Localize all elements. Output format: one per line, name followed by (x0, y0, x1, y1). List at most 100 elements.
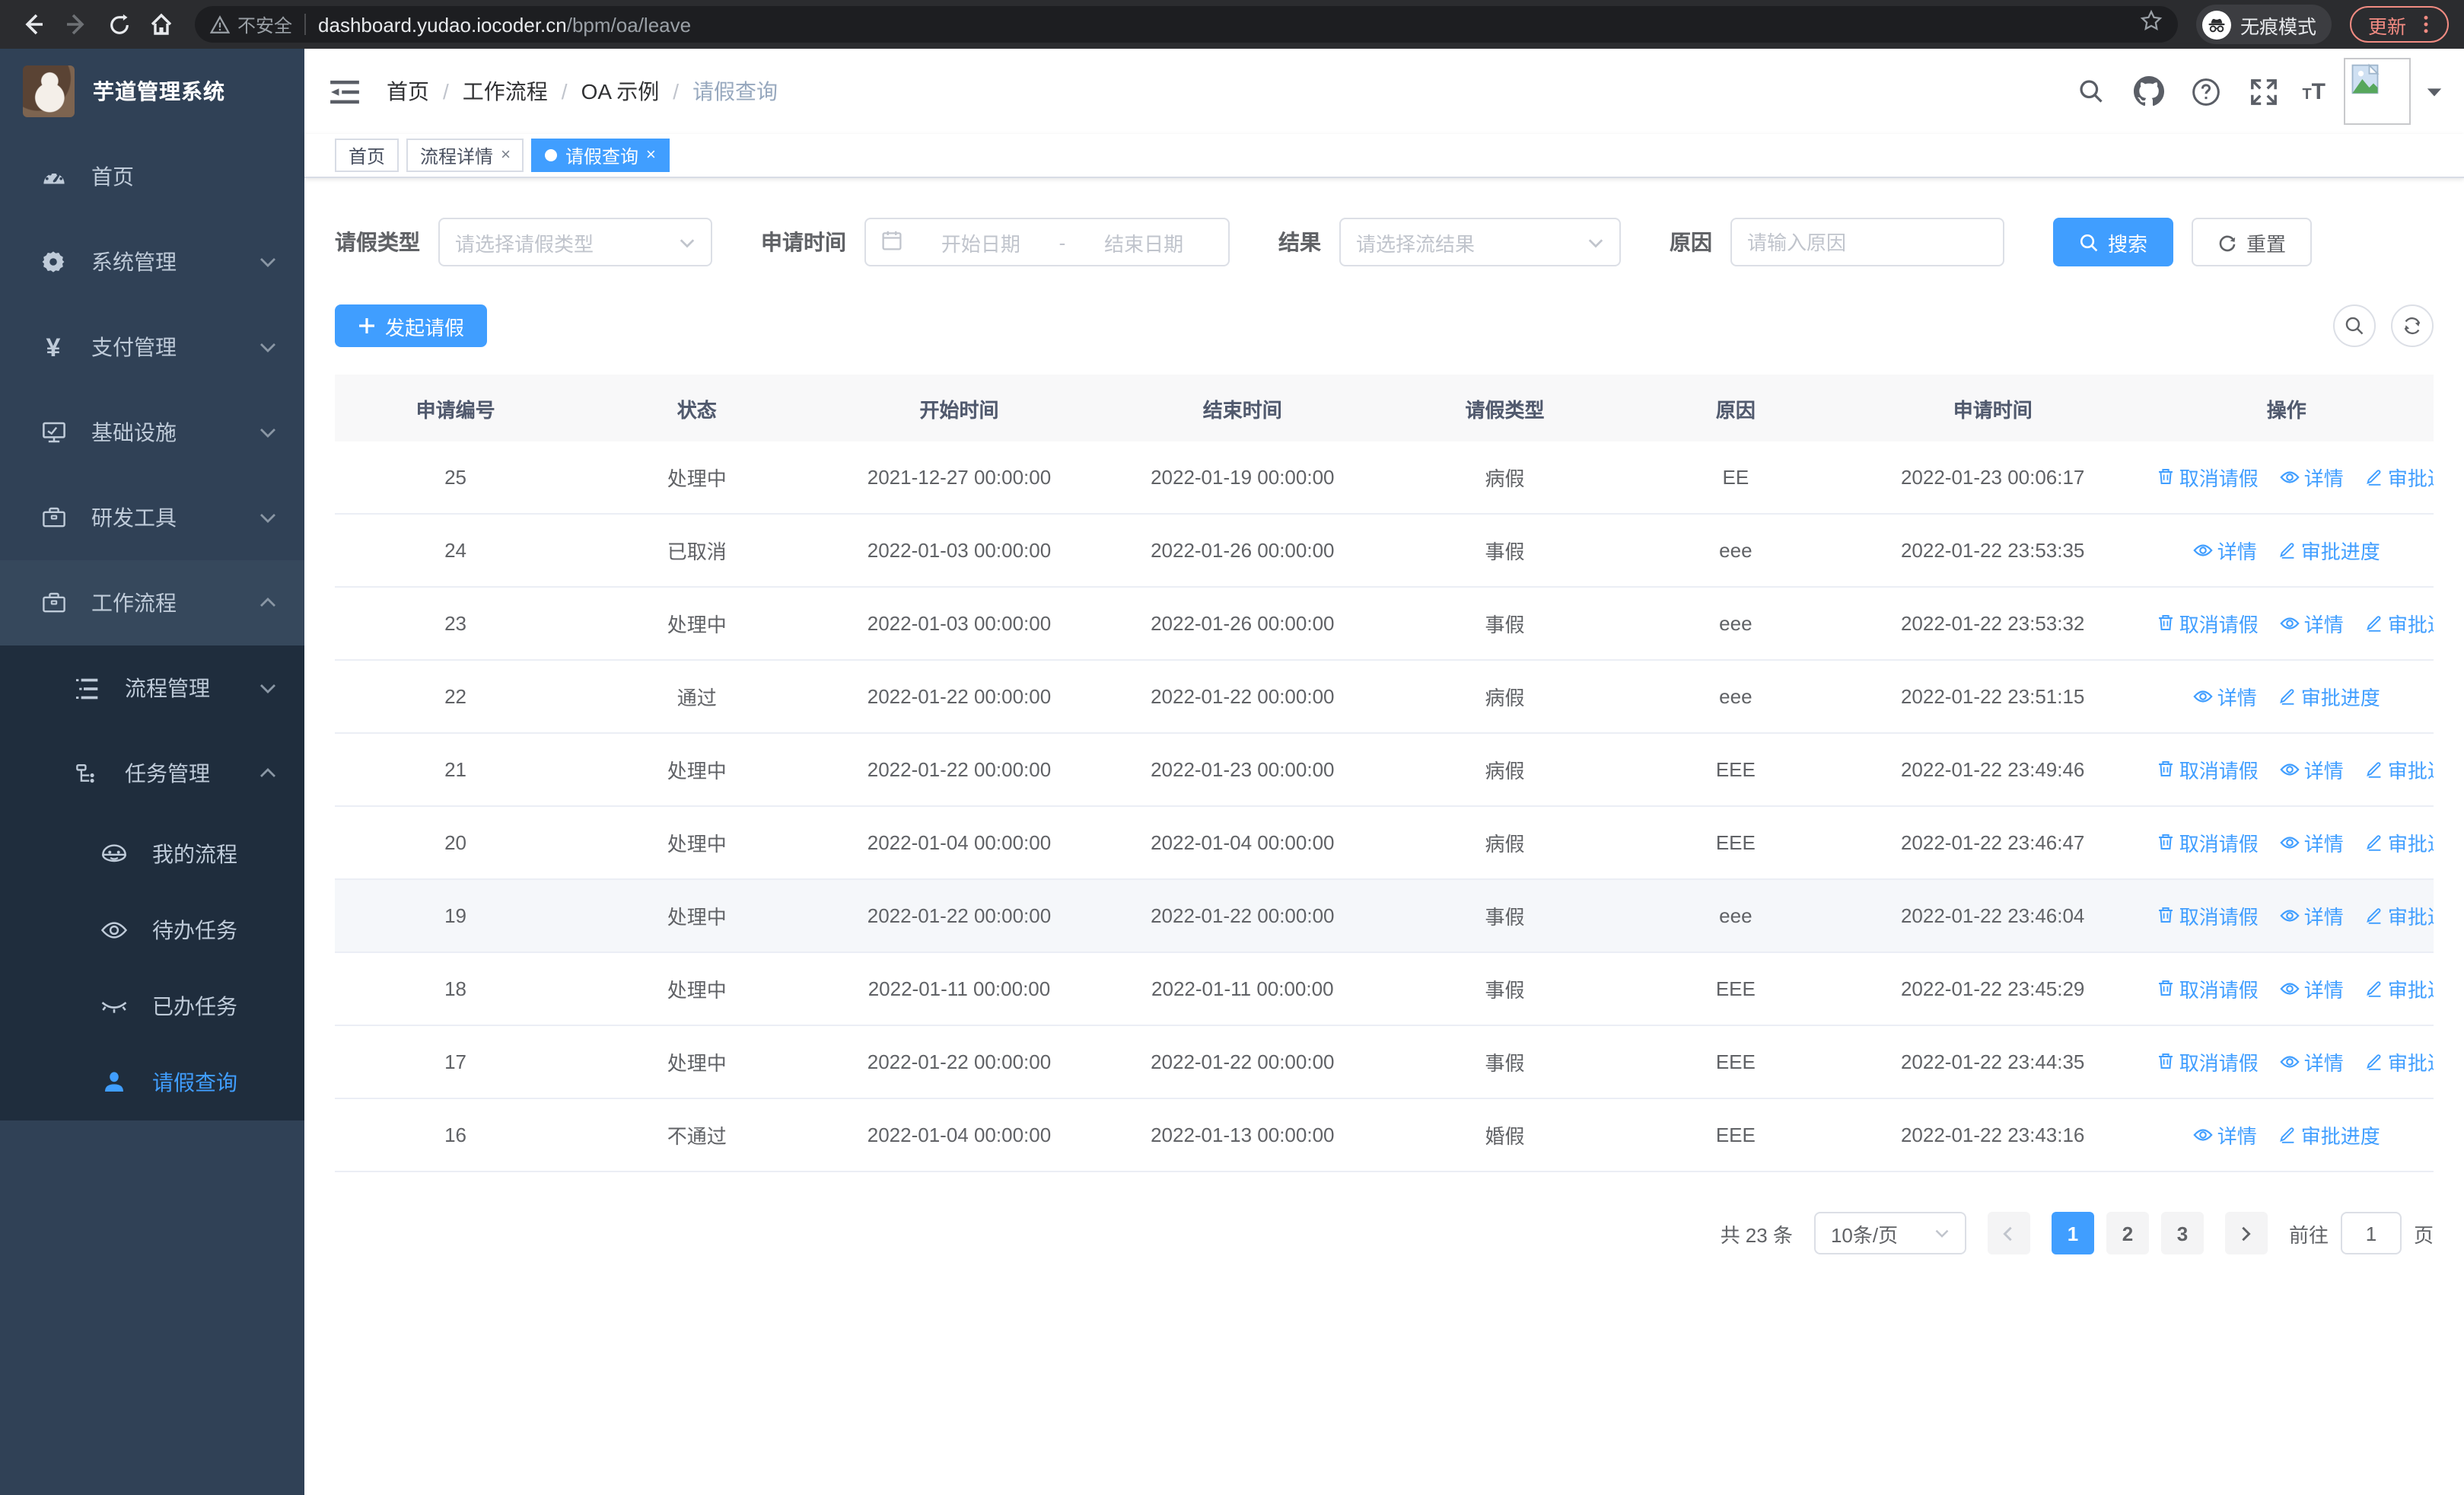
back-icon[interactable] (15, 6, 52, 43)
sidebar-item-done-tasks[interactable]: 已办任务 (0, 968, 304, 1044)
sidebar-item-payment-mgmt[interactable]: ¥ 支付管理 (0, 304, 304, 390)
tags-view-bar: 首页 流程详情 × 请假查询 × (304, 134, 2464, 178)
forward-icon[interactable] (58, 6, 94, 43)
detail-link[interactable]: 详情 (2280, 610, 2344, 639)
tab-label: 首页 (349, 145, 386, 167)
sidebar-item-process-mgmt[interactable]: 流程管理 (0, 645, 304, 731)
header-search-icon[interactable] (2071, 72, 2110, 111)
page-size-select[interactable]: 10条/页 (1813, 1212, 1966, 1254)
avatar-caret-icon[interactable] (2426, 83, 2443, 100)
tab-process-detail[interactable]: 流程详情 × (406, 139, 524, 172)
cancel-leave-link[interactable]: 取消请假 (2157, 609, 2259, 638)
help-icon[interactable] (2186, 72, 2226, 111)
fullscreen-icon[interactable] (2244, 72, 2284, 111)
avatar[interactable] (2344, 58, 2411, 125)
tab-leave-query[interactable]: 请假查询 × (531, 139, 670, 172)
goto-page-input[interactable] (2340, 1212, 2402, 1254)
cancel-leave-link[interactable]: 取消请假 (2157, 463, 2259, 492)
detail-link[interactable]: 详情 (2193, 1121, 2257, 1150)
toggle-search-button[interactable] (2333, 304, 2376, 347)
detail-link[interactable]: 详情 (2280, 464, 2344, 492)
security-chip[interactable]: 不安全 (210, 11, 292, 37)
chevron-down-icon (1587, 234, 1604, 250)
detail-link[interactable]: 详情 (2280, 1048, 2344, 1077)
sidebar-item-label: 已办任务 (152, 994, 237, 1018)
font-size-icon[interactable]: TT (2302, 78, 2326, 104)
cell-status: 处理中 (667, 979, 727, 1002)
approval-progress-link[interactable]: 审批进度 (2278, 682, 2380, 711)
approval-progress-link[interactable]: 审批进度 (2365, 1047, 2434, 1076)
cell-actions: 取消请假详情审批进度 (2140, 828, 2434, 858)
cancel-leave-link[interactable]: 取消请假 (2157, 1047, 2259, 1076)
leave-type-label: 请假类型 (335, 230, 420, 254)
detail-link[interactable]: 详情 (2193, 537, 2257, 566)
detail-link[interactable]: 详情 (2280, 975, 2344, 1004)
sidebar-item-home[interactable]: 首页 (0, 134, 304, 219)
cell-start-time: 2022-01-04 00:00:00 (867, 831, 1052, 854)
goto-label: 前往 (2288, 1223, 2329, 1246)
detail-link[interactable]: 详情 (2193, 683, 2257, 712)
sidebar-item-system-mgmt[interactable]: 系统管理 (0, 219, 304, 304)
leave-table: 申请编号 状态 开始时间 结束时间 请假类型 原因 申请时间 操作 25 处理中 2021-12-… (335, 375, 2434, 1172)
column-header: 申请编号 (415, 398, 495, 421)
apply-time-range-picker[interactable]: 开始日期 - 结束日期 (864, 218, 1230, 266)
reload-icon[interactable] (100, 6, 137, 43)
breadcrumb-workflow[interactable]: 工作流程 (463, 76, 548, 107)
page-button-2[interactable]: 2 (2106, 1212, 2149, 1254)
reset-button[interactable]: 重置 (2192, 218, 2313, 266)
breadcrumb-home[interactable]: 首页 (387, 76, 429, 107)
cell-apply-id: 22 (444, 685, 467, 708)
create-leave-button[interactable]: 发起请假 (335, 304, 488, 347)
refresh-icon (2404, 317, 2421, 335)
plus-icon (359, 318, 374, 333)
approval-progress-link[interactable]: 审批进度 (2278, 536, 2380, 565)
breadcrumb-oa-example[interactable]: OA 示例 (581, 76, 660, 107)
reason-input[interactable] (1747, 231, 1988, 253)
sidebar-item-workflow[interactable]: 工作流程 (0, 560, 304, 645)
cell-apply-time: 2022-01-22 23:46:04 (1900, 904, 2085, 927)
page-button-1[interactable]: 1 (2051, 1212, 2094, 1254)
approval-progress-link[interactable]: 审批进度 (2365, 463, 2434, 492)
detail-link[interactable]: 详情 (2280, 829, 2344, 858)
cancel-leave-link[interactable]: 取消请假 (2157, 901, 2259, 930)
tab-home[interactable]: 首页 (335, 139, 400, 172)
bookmark-star-icon[interactable] (2140, 9, 2163, 40)
sidebar-item-dev-tools[interactable]: 研发工具 (0, 475, 304, 560)
browser-menu-icon[interactable] (2415, 14, 2437, 35)
sidebar-item-leave-query[interactable]: 请假查询 (0, 1044, 304, 1120)
sidebar-item-infrastructure[interactable]: 基础设施 (0, 390, 304, 475)
address-bar[interactable]: 不安全 dashboard.yudao.iocoder.cn/bpm/oa/le… (195, 6, 2178, 43)
leave-type-select[interactable]: 请选择请假类型 (438, 218, 712, 266)
page-button-3[interactable]: 3 (2160, 1212, 2204, 1254)
refresh-table-button[interactable] (2391, 304, 2434, 347)
sidebar-collapse-icon[interactable] (329, 76, 359, 107)
approval-progress-link[interactable]: 审批进度 (2365, 755, 2434, 784)
approval-progress-link[interactable]: 审批进度 (2278, 1120, 2380, 1149)
url-text: dashboard.yudao.iocoder.cn/bpm/oa/leave (318, 13, 692, 36)
next-page-button[interactable] (2224, 1212, 2268, 1254)
approval-progress-link[interactable]: 审批进度 (2365, 828, 2434, 857)
sidebar-item-my-process[interactable]: 我的流程 (0, 816, 304, 892)
cell-status: 处理中 (667, 1052, 727, 1075)
detail-link[interactable]: 详情 (2280, 756, 2344, 785)
cell-leave-type: 病假 (1485, 760, 1525, 783)
prev-page-button[interactable] (1987, 1212, 2030, 1254)
update-button[interactable]: 更新 (2349, 6, 2449, 43)
sidebar-item-label: 首页 (91, 164, 134, 189)
close-icon[interactable]: × (501, 146, 511, 164)
github-icon[interactable] (2128, 72, 2168, 111)
sidebar-item-task-mgmt[interactable]: 任务管理 (0, 731, 304, 816)
approval-progress-link[interactable]: 审批进度 (2365, 901, 2434, 930)
close-icon[interactable]: × (646, 146, 656, 164)
approval-progress-link[interactable]: 审批进度 (2365, 609, 2434, 638)
detail-link[interactable]: 详情 (2280, 902, 2344, 931)
search-button[interactable]: 搜索 (2053, 218, 2174, 266)
sidebar-item-todo-tasks[interactable]: 待办任务 (0, 892, 304, 968)
approval-progress-link[interactable]: 审批进度 (2365, 974, 2434, 1003)
cancel-leave-link[interactable]: 取消请假 (2157, 974, 2259, 1003)
chevron-left-icon (2004, 1226, 2013, 1241)
home-icon[interactable] (143, 6, 180, 43)
result-select[interactable]: 请选择流结果 (1339, 218, 1621, 266)
cancel-leave-link[interactable]: 取消请假 (2157, 828, 2259, 857)
cancel-leave-link[interactable]: 取消请假 (2157, 755, 2259, 784)
